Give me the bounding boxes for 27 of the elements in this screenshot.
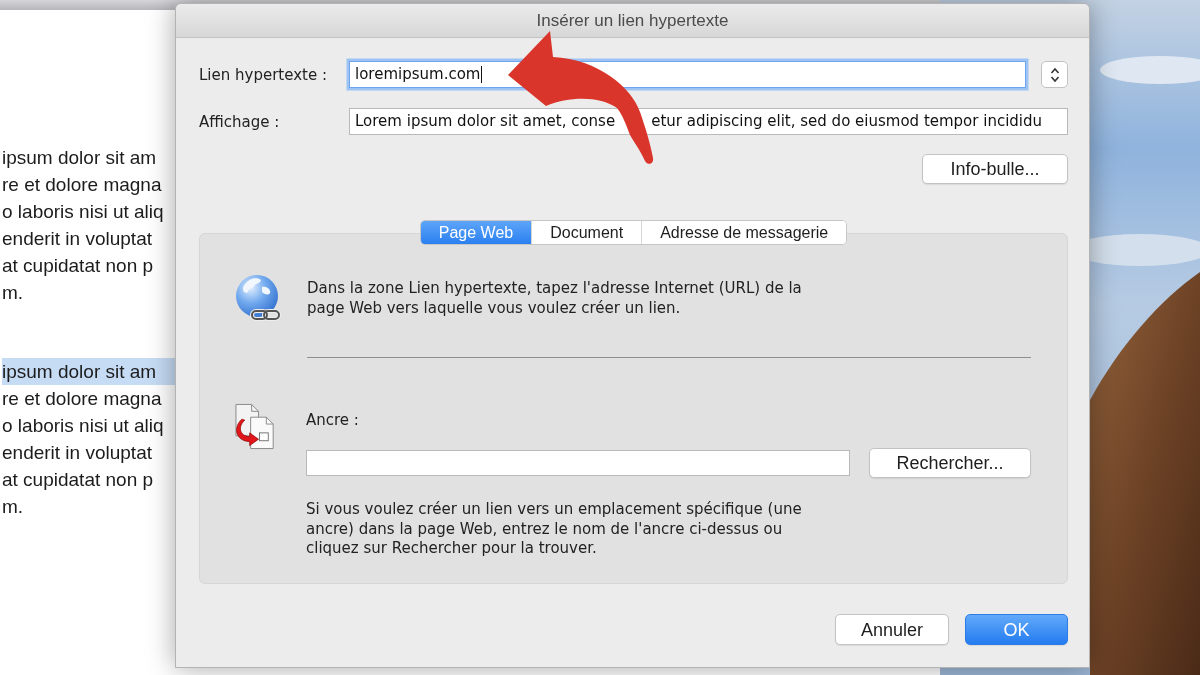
- globe-link-icon: [234, 274, 283, 321]
- field-label: Affichage :: [199, 112, 280, 131]
- document-text-line: m.: [2, 495, 24, 519]
- instruction-text: Dans la zone Lien hypertexte, tapez l'adresse Internet (URL) de la page Web vers laquelle vous voulez créer un lien.: [307, 277, 803, 318]
- text-cursor-icon: [481, 66, 483, 83]
- tab[interactable]: Adresse de messagerie: [641, 221, 847, 244]
- document-text-line: re et dolore magna: [2, 387, 162, 411]
- document-text-line: o laboris nisi ut aliq: [2, 200, 164, 224]
- text-field[interactable]: Lorem ipsum dolor sit amet, conse etur adipiscing elit, sed do eiusmod tempor incididu: [349, 108, 1068, 135]
- history-dropdown-button[interactable]: [1041, 61, 1068, 88]
- document-text-line: ipsum dolor sit am: [2, 146, 157, 170]
- field-label: Lien hypertexte :: [199, 65, 327, 84]
- document-text-line: enderit in voluptat: [2, 441, 152, 465]
- document-text-line: at cupidatat non p: [2, 468, 154, 492]
- dialog-title: Insérer un lien hypertexte: [536, 9, 729, 32]
- search-button[interactable]: Rechercher...: [869, 448, 1031, 478]
- up-down-chevron-icon: [1049, 66, 1060, 83]
- document-text-line: enderit in voluptat: [2, 227, 152, 251]
- cancel-button[interactable]: Annuler: [835, 614, 949, 645]
- anchor-label: Ancre :: [306, 411, 359, 429]
- document-text-line: re et dolore magna: [2, 173, 162, 197]
- help-text: Si vous voulez créer un lien vers un emplacement spécifique (une ancre) dans la page Web, entrez le nom de l'ancre ci-dessus ou cliquez sur Rechercher pour la trouver.: [306, 500, 803, 559]
- tooltip-button[interactable]: Info-bulle...: [922, 154, 1068, 184]
- document-text-line: o laboris nisi ut aliq: [2, 414, 164, 438]
- document-text-line: at cupidatat non p: [2, 254, 154, 278]
- anchor-field[interactable]: [306, 450, 850, 476]
- document-text-line: m.: [2, 281, 24, 305]
